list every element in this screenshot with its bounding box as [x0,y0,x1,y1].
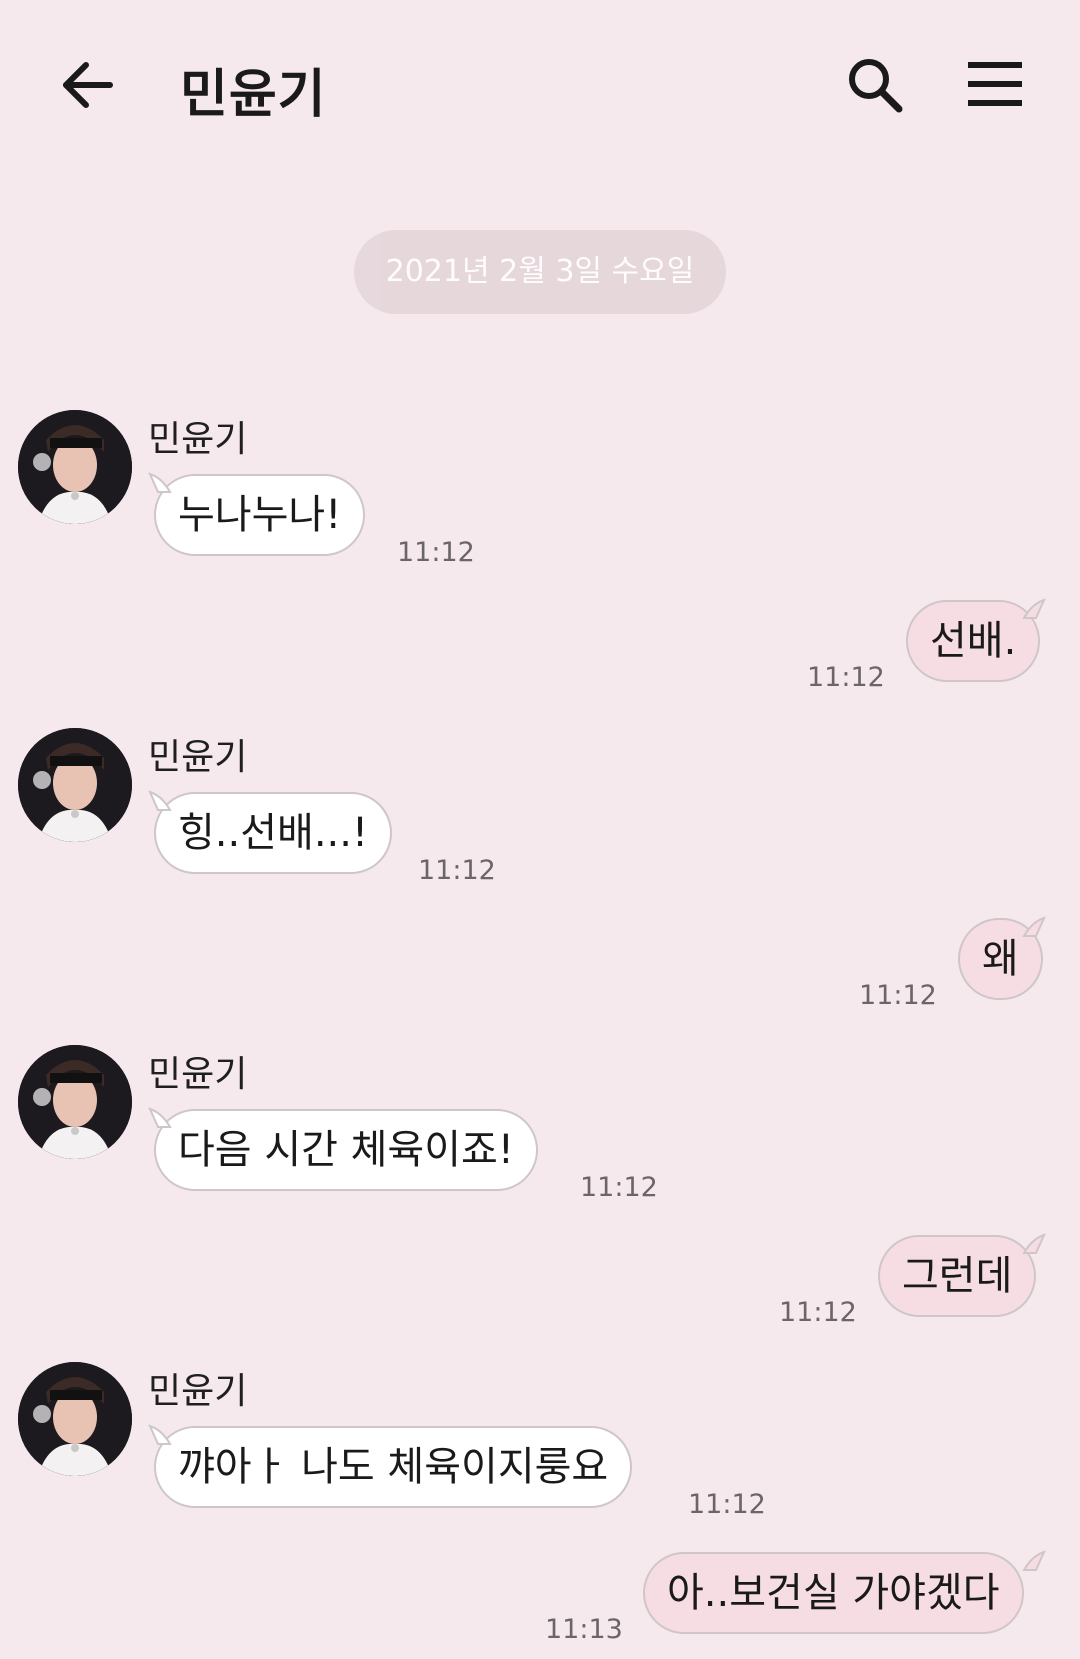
bubble-tail [148,472,172,493]
sender-name: 민윤기 [148,737,248,778]
profile-photo-icon [18,728,132,842]
message-bubble-incoming[interactable]: 꺄아ㅏ 나도 체육이지룽요 [154,1426,633,1508]
search-button[interactable] [845,55,905,115]
message-bubble-outgoing[interactable]: 아..보건실 가야겠다 [643,1552,1024,1634]
chat-header: 민윤기 [0,0,1080,170]
bubble-tail [1022,1550,1046,1571]
back-button[interactable] [58,55,118,115]
bubble-tail [148,1424,172,1445]
bubble-tail [1022,598,1046,619]
message-bubble-outgoing[interactable]: 그런데 [878,1235,1037,1317]
bubble-tail [148,1107,172,1128]
message-time: 11:13 [545,1614,623,1645]
search-icon [849,59,903,113]
bubble-tail [1022,916,1046,937]
message-time: 11:12 [580,1172,658,1203]
sender-name: 민윤기 [148,419,248,460]
profile-photo-icon [18,1045,132,1159]
chat-title: 민윤기 [180,65,327,125]
message-time: 11:12 [779,1297,857,1328]
hamburger-menu-icon [968,62,1022,106]
message-bubble-incoming[interactable]: 누나누나! [154,474,366,556]
bubble-tail [1022,1233,1046,1254]
profile-photo-icon [18,1362,132,1476]
message-bubble-outgoing[interactable]: 선배. [906,600,1041,682]
arrow-left-icon [63,62,113,108]
avatar[interactable] [18,728,132,842]
date-divider: 2021년 2월 3일 수요일 [354,230,726,314]
message-time: 11:12 [688,1489,766,1520]
message-time: 11:12 [859,980,937,1011]
bubble-tail [148,790,172,811]
avatar[interactable] [18,1045,132,1159]
message-time: 11:12 [397,537,475,568]
message-bubble-incoming[interactable]: 힝..선배...! [154,792,393,874]
menu-button[interactable] [968,58,1024,110]
message-time: 11:12 [807,662,885,693]
message-time: 11:12 [418,855,496,886]
sender-name: 민윤기 [148,1371,248,1412]
avatar[interactable] [18,410,132,524]
sender-name: 민윤기 [148,1054,248,1095]
profile-photo-icon [18,410,132,524]
message-bubble-incoming[interactable]: 다음 시간 체육이죠! [154,1109,538,1191]
avatar[interactable] [18,1362,132,1476]
